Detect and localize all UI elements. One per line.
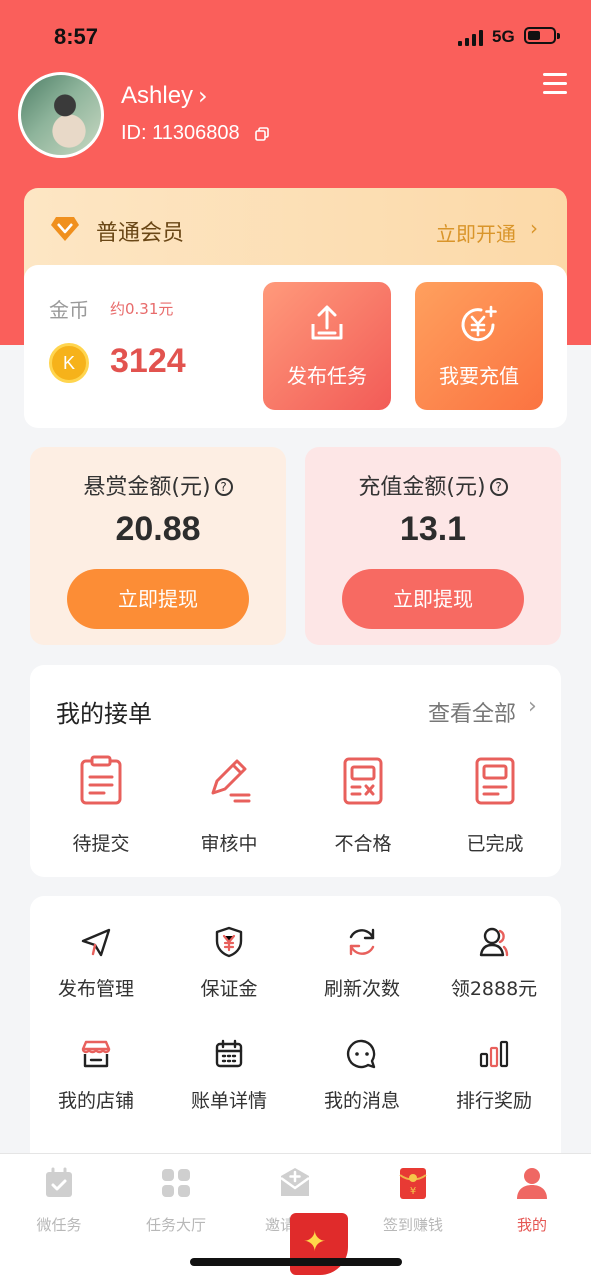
shield-yen-icon [215,926,243,958]
pencil-icon [211,759,251,803]
view-all-link[interactable]: 查看全部 [428,696,516,728]
order-status-reviewing[interactable]: 审核中 [174,755,284,856]
invite-mail-icon [280,1168,310,1196]
tab-checkin-earn[interactable]: ¥ 签到赚钱 [358,1166,468,1235]
upload-icon [311,305,343,340]
tool-bonus[interactable]: 领2888元 [434,926,554,1001]
recharge-withdraw-button[interactable]: 立即提现 [342,569,524,629]
reward-balance-value: 20.88 [115,510,201,548]
coin-balance: 3124 [110,342,186,380]
calendar-icon [215,1039,243,1068]
recharge-label: 我要充值 [439,364,519,388]
tab-label: 微任务 [36,1216,82,1234]
recharge-balance-value: 13.1 [399,510,467,548]
help-icon[interactable]: ? [489,478,508,496]
task-icon [46,1167,72,1197]
vip-level-label: 普通会员 [96,221,185,246]
order-status-completed[interactable]: 已完成 [440,755,550,856]
tool-label: 账单详情 [190,1090,267,1112]
help-icon[interactable]: ? [214,478,233,496]
status-time: 8:57 [54,24,99,49]
tool-bill-details[interactable]: 账单详情 [169,1038,289,1113]
coin-label: 金币 [49,298,89,322]
reward-balance-title: 悬赏金额(元) [83,475,211,500]
red-envelope-icon: ¥ [399,1168,427,1199]
publish-task-button[interactable]: 发布任务 [263,282,391,410]
refresh-icon [349,928,375,956]
username[interactable]: Ashley [121,82,193,110]
coin-icon: K [49,343,89,383]
tool-label: 保证金 [200,978,258,1000]
diamond-icon [51,217,79,241]
tab-label: 我的 [516,1216,547,1234]
vip-open-link[interactable]: 立即开通 [436,218,516,247]
tool-deposit[interactable]: 保证金 [169,926,289,1001]
clipboard-icon [80,755,122,805]
user-icon [479,927,509,957]
tool-publish-management[interactable]: 发布管理 [36,926,156,1001]
recharge-balance-card: 充值金额(元)? 13.1 立即提现 [305,447,561,645]
coin-approx-value: 约0.31元 [110,300,174,318]
yen-plus-icon [461,305,497,342]
avatar[interactable] [18,72,104,158]
profile-icon [517,1168,547,1199]
order-status-label: 审核中 [200,833,258,855]
order-status-pending[interactable]: 待提交 [46,755,156,856]
recharge-button[interactable]: 我要充值 [415,282,543,410]
reward-withdraw-button[interactable]: 立即提现 [67,569,249,629]
network-type: 5G [492,27,515,46]
tab-task-hall[interactable]: 任务大厅 [121,1166,231,1235]
home-indicator[interactable] [190,1258,402,1266]
chevron-right-icon[interactable]: › [198,82,208,110]
shop-icon [81,1040,111,1068]
my-orders-title: 我的接单 [56,700,152,728]
chevron-right-icon[interactable]: › [530,216,538,240]
grid-icon [162,1169,190,1197]
ranking-bars-icon [479,1040,509,1068]
tool-label: 我的消息 [323,1090,400,1112]
tab-micro-tasks[interactable]: 微任务 [4,1166,114,1235]
tool-label: 发布管理 [57,978,134,1000]
order-status-rejected[interactable]: 不合格 [308,755,418,856]
status-bar: 8:57 5G [0,0,591,70]
chevron-right-icon[interactable]: › [528,694,537,719]
reward-balance-card: 悬赏金额(元)? 20.88 立即提现 [30,447,286,645]
copy-icon[interactable] [255,127,269,141]
tab-mine[interactable]: 我的 [477,1166,587,1235]
signal-icon [458,30,484,46]
tool-label: 我的店铺 [57,1090,134,1112]
publish-task-label: 发布任务 [287,364,367,388]
tool-label: 领2888元 [450,978,538,1000]
order-status-label: 待提交 [72,833,130,855]
tool-label: 排行奖励 [455,1090,532,1112]
tool-label: 刷新次数 [323,978,400,1000]
rejected-doc-icon [343,757,383,805]
user-id: ID: 11306808 [121,122,240,144]
recharge-balance-title: 充值金额(元) [358,475,486,500]
order-status-label: 已完成 [466,833,524,855]
tool-messages[interactable]: 我的消息 [302,1038,422,1113]
message-icon [346,1039,376,1069]
svg-text:¥: ¥ [410,1186,416,1197]
completed-doc-icon [475,757,515,805]
tool-ranking-rewards[interactable]: 排行奖励 [434,1038,554,1113]
tab-label: 任务大厅 [145,1216,206,1234]
menu-icon[interactable] [543,73,567,95]
order-status-label: 不合格 [334,833,392,855]
tool-my-shop[interactable]: 我的店铺 [36,1038,156,1113]
tab-label: 签到赚钱 [382,1216,443,1234]
battery-icon [524,27,560,44]
paper-plane-icon [81,928,111,957]
star-icon: ✦ [303,1225,327,1258]
tool-refresh-count[interactable]: 刷新次数 [302,926,422,1001]
